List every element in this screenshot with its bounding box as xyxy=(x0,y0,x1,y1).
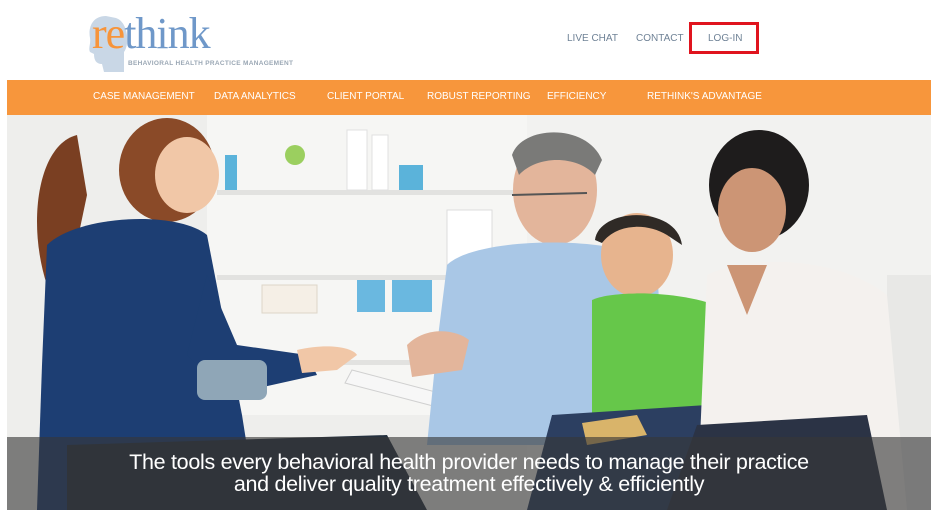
rethink-logo[interactable]: rethink BEHAVIORAL HEALTH PRACTICE MANAG… xyxy=(86,8,326,76)
contact-link[interactable]: CONTACT xyxy=(636,33,684,44)
live-chat-link[interactable]: LIVE CHAT xyxy=(567,33,618,44)
hero-caption-line-2: and deliver quality treatment effectivel… xyxy=(233,472,705,496)
logo-suffix: think xyxy=(124,9,210,58)
hero-banner: The tools every behavioral health provid… xyxy=(7,115,931,510)
nav-item-client-portal[interactable]: CLIENT PORTAL xyxy=(327,80,404,115)
nav-item-case-management[interactable]: CASE MANAGEMENT xyxy=(93,80,195,115)
nav-item-efficiency[interactable]: EFFICIENCY xyxy=(547,80,606,115)
logo-tagline: BEHAVIORAL HEALTH PRACTICE MANAGEMENT xyxy=(128,60,294,67)
nav-item-rethinks-advantage[interactable]: RETHINK'S ADVANTAGE xyxy=(647,80,762,115)
login-highlight-box xyxy=(689,22,759,54)
nav-item-data-analytics[interactable]: DATA ANALYTICS xyxy=(214,80,296,115)
site-header: rethink BEHAVIORAL HEALTH PRACTICE MANAG… xyxy=(0,0,931,80)
main-nav: CASE MANAGEMENT DATA ANALYTICS CLIENT PO… xyxy=(7,80,931,115)
hero-caption: The tools every behavioral health provid… xyxy=(7,451,931,495)
nav-item-robust-reporting[interactable]: ROBUST REPORTING xyxy=(427,80,531,115)
hero-caption-line-1: The tools every behavioral health provid… xyxy=(129,450,809,474)
logo-prefix: re xyxy=(92,9,125,58)
logo-wordmark: rethink xyxy=(92,9,211,58)
